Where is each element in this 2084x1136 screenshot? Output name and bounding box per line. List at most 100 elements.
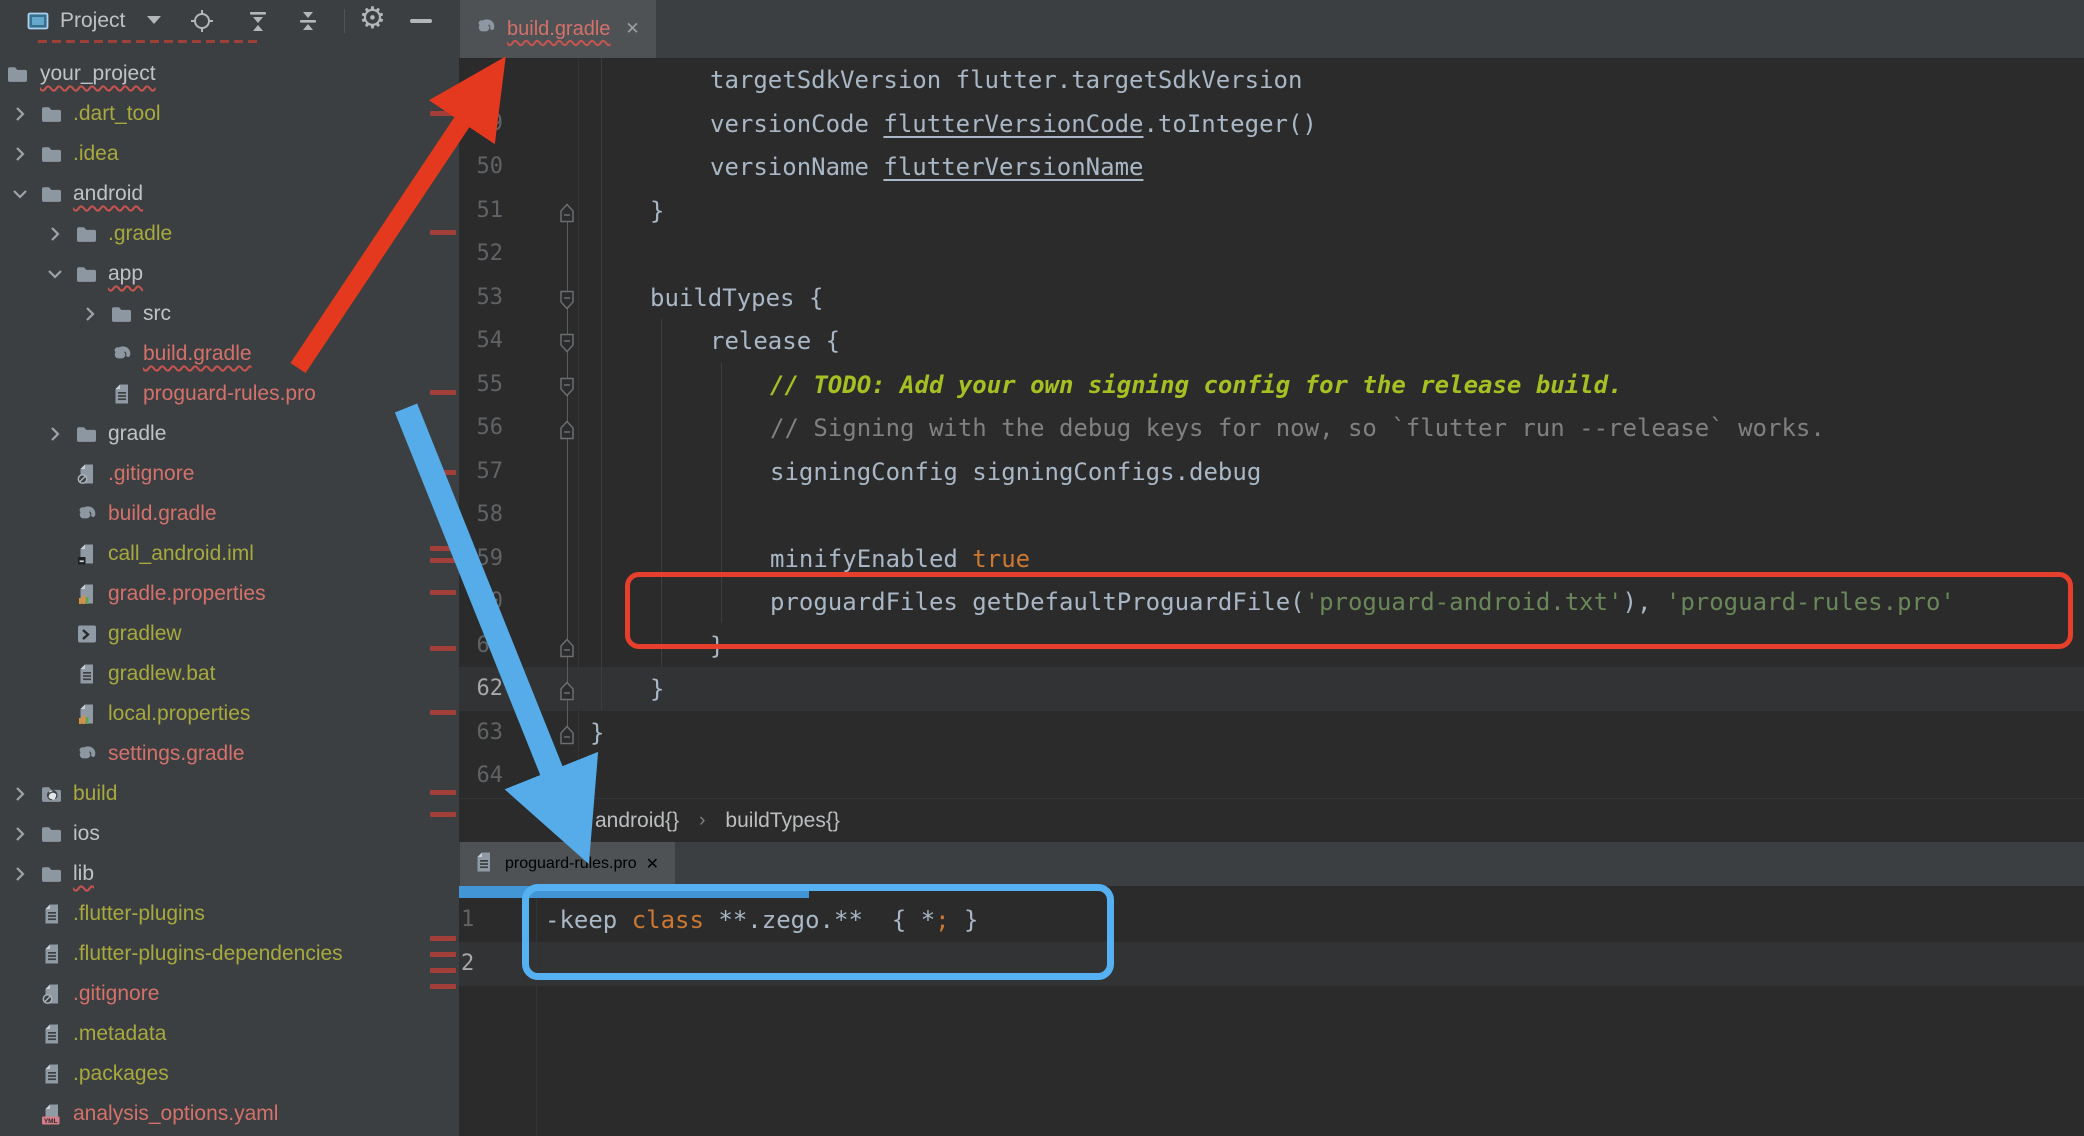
code-line-55[interactable]: // TODO: Add your own signing config for… <box>770 363 1623 407</box>
fold-end-icon[interactable] <box>559 723 575 743</box>
project-view-icon[interactable] <box>26 9 50 33</box>
fold-end-icon[interactable] <box>559 679 575 699</box>
code-line-59[interactable]: minifyEnabled true <box>770 537 1030 581</box>
tree-item-src[interactable]: src <box>0 294 459 334</box>
line-number[interactable]: 53 <box>459 276 503 320</box>
line-number[interactable]: 57 <box>459 450 503 494</box>
fold-start-icon[interactable] <box>559 288 575 308</box>
breadcrumb-item[interactable]: android{} <box>595 809 679 833</box>
code-line-61[interactable]: } <box>710 624 724 668</box>
code-line-63[interactable]: } <box>590 711 604 755</box>
fold-end-icon[interactable] <box>559 201 575 221</box>
line-number[interactable]: 56 <box>459 406 503 450</box>
chevron-right-icon[interactable] <box>10 824 30 844</box>
tree-item-build[interactable]: build <box>0 774 459 814</box>
code-line-54[interactable]: release { <box>710 319 840 363</box>
code-line-57[interactable]: signingConfig signingConfigs.debug <box>770 450 1261 494</box>
gear-icon[interactable]: ⚙ <box>359 0 386 40</box>
code-line-56[interactable]: // Signing with the debug keys for now, … <box>770 406 1825 450</box>
tree-item-app[interactable]: app <box>0 254 459 294</box>
tab-build-gradle[interactable]: build.gradle ✕ <box>460 0 656 58</box>
tree-item--dart-tool[interactable]: .dart_tool <box>0 94 459 134</box>
fold-start-icon[interactable] <box>559 375 575 395</box>
folder-icon <box>75 222 99 246</box>
fold-end-icon[interactable] <box>559 636 575 656</box>
chevron-down-icon[interactable] <box>147 16 161 24</box>
tree-item-build-gradle[interactable]: build.gradle <box>0 494 459 534</box>
tree-item--idea[interactable]: .idea <box>0 134 459 174</box>
code-line-49[interactable]: versionCode flutterVersionCode.toInteger… <box>710 102 1317 146</box>
fold-start-icon[interactable] <box>559 331 575 351</box>
collapse-all-icon[interactable] <box>296 9 320 33</box>
panel-title[interactable]: Project <box>60 0 125 42</box>
tree-item--flutter-plugins[interactable]: .flutter-plugins <box>0 894 459 934</box>
tree-item--metadata[interactable]: .metadata <box>0 1014 459 1054</box>
line-number[interactable]: 60 <box>459 580 503 624</box>
line-number[interactable]: 61 <box>459 624 503 668</box>
line-number[interactable]: 50 <box>459 145 503 189</box>
breadcrumb-item[interactable]: buildTypes{} <box>725 809 839 833</box>
hide-panel-icon[interactable] <box>410 19 432 23</box>
line-number[interactable]: 54 <box>459 319 503 363</box>
code-line-53[interactable]: buildTypes { <box>650 276 823 320</box>
tree-item-gradlew-bat[interactable]: gradlew.bat <box>0 654 459 694</box>
tree-item--gradle[interactable]: .gradle <box>0 214 459 254</box>
chevron-right-icon[interactable] <box>45 424 65 444</box>
chevron-right-icon[interactable] <box>10 784 30 804</box>
locate-icon[interactable] <box>190 9 214 33</box>
tree-item-android[interactable]: android <box>0 174 459 214</box>
buildfolder-icon <box>40 782 64 806</box>
tree-item--packages[interactable]: .packages <box>0 1054 459 1094</box>
code-line-60[interactable]: proguardFiles getDefaultProguardFile('pr… <box>770 580 1955 624</box>
tree-item-proguard-rules-pro[interactable]: proguard-rules.pro <box>0 374 459 414</box>
code-line-62[interactable]: } <box>650 667 664 711</box>
line-number[interactable]: 49 <box>459 102 503 146</box>
code-line-50[interactable]: versionName flutterVersionName <box>710 145 1143 189</box>
line-number[interactable]: 52 <box>459 232 503 276</box>
line-number[interactable]: 63 <box>459 711 503 755</box>
fold-end-icon[interactable] <box>559 418 575 438</box>
chevron-right-icon[interactable] <box>10 104 30 124</box>
tree-item--gitignore[interactable]: .gitignore <box>0 454 459 494</box>
code-token: buildTypes { <box>650 284 823 312</box>
code-line-48[interactable]: targetSdkVersion flutter.targetSdkVersio… <box>710 58 1302 102</box>
line-number[interactable]: 59 <box>459 537 503 581</box>
chevron-down-icon[interactable] <box>45 264 65 284</box>
tree-item--gitignore[interactable]: .gitignore <box>0 974 459 1014</box>
tree-item-call-android-iml[interactable]: call_android.iml <box>0 534 459 574</box>
line-number[interactable]: 58 <box>459 493 503 537</box>
close-icon[interactable]: ✕ <box>646 854 659 874</box>
line-number[interactable]: 64 <box>459 754 503 798</box>
tree-item-your-project[interactable]: your_project <box>0 54 459 94</box>
tree-item--flutter-plugins-dependencies[interactable]: .flutter-plugins-dependencies <box>0 934 459 974</box>
tree-item-build-gradle[interactable]: build.gradle <box>0 334 459 374</box>
line-number[interactable]: 2 <box>461 942 491 986</box>
tree-item-ios[interactable]: ios <box>0 814 459 854</box>
chevron-right-icon[interactable] <box>10 144 30 164</box>
tab-proguard-rules[interactable]: proguard-rules.pro ✕ <box>460 842 675 886</box>
code-line-1[interactable]: -keep class **.zego.** { *; } <box>545 898 979 942</box>
tree-item-gradle-properties[interactable]: gradle.properties <box>0 574 459 614</box>
close-icon[interactable]: ✕ <box>625 19 639 39</box>
expand-all-icon[interactable] <box>246 9 270 33</box>
tree-item-analysis-options-yaml[interactable]: YMLanalysis_options.yaml <box>0 1094 459 1134</box>
code-area-proguard-rules[interactable]: 1 -keep class **.zego.** { *; } 2 <box>459 898 2084 1136</box>
chevron-right-icon[interactable] <box>45 224 65 244</box>
tree-item-gradlew[interactable]: gradlew <box>0 614 459 654</box>
code-line-51[interactable]: } <box>650 189 664 233</box>
code-token: flutterVersionCode <box>883 110 1143 138</box>
line-number[interactable]: 55 <box>459 363 503 407</box>
chevron-right-icon[interactable] <box>10 864 30 884</box>
line-number[interactable]: 48 <box>459 58 503 102</box>
chevron-right-icon[interactable] <box>80 304 100 324</box>
code-token: } <box>590 719 604 747</box>
tree-item-settings-gradle[interactable]: settings.gradle <box>0 734 459 774</box>
line-number[interactable]: 62 <box>459 667 503 711</box>
line-number[interactable]: 51 <box>459 189 503 233</box>
chevron-down-icon[interactable] <box>10 184 30 204</box>
tree-item-lib[interactable]: lib <box>0 854 459 894</box>
tree-item-local-properties[interactable]: local.properties <box>0 694 459 734</box>
line-number[interactable]: 1 <box>461 898 491 942</box>
tree-item-gradle[interactable]: gradle <box>0 414 459 454</box>
code-area-build-gradle[interactable]: 48 targetSdkVersion flutter.targetSdkVers… <box>459 58 2084 798</box>
